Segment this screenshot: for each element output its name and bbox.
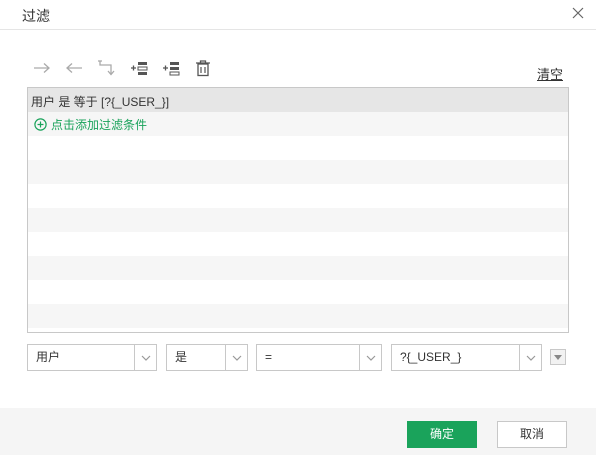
condition-editor: 用户 是 = ?{_USER_}: [0, 344, 596, 371]
wrap-icon[interactable]: [96, 58, 116, 78]
add-condition-link[interactable]: 点击添加过滤条件: [34, 116, 147, 133]
list-row: [28, 256, 568, 280]
relation-select[interactable]: 是: [166, 344, 248, 371]
chevron-down-icon[interactable]: [519, 345, 541, 370]
caret-down-icon: [554, 354, 562, 360]
filter-condition-row[interactable]: 用户 是 等于 [?{_USER_}]: [28, 88, 568, 112]
field-select[interactable]: 用户: [27, 344, 157, 371]
list-row: [28, 184, 568, 208]
chevron-down-icon[interactable]: [359, 345, 381, 370]
operator-select-value: =: [265, 350, 273, 364]
add-circle-icon: [34, 118, 47, 131]
filter-condition-text: 用户 是 等于 [?{_USER_}]: [31, 95, 170, 109]
ok-button[interactable]: 确定: [407, 421, 477, 448]
list-row: [28, 160, 568, 184]
value-type-dropdown[interactable]: [550, 349, 566, 365]
list-row: [28, 136, 568, 160]
value-select[interactable]: ?{_USER_}: [391, 344, 542, 371]
operator-select[interactable]: =: [256, 344, 382, 371]
insert-below-icon[interactable]: [161, 58, 181, 78]
delete-icon[interactable]: [193, 58, 213, 78]
field-select-value: 用户: [36, 350, 61, 364]
list-row: [28, 232, 568, 256]
insert-above-icon[interactable]: [129, 58, 149, 78]
list-row: [28, 304, 568, 328]
dialog-header: 过滤: [0, 0, 596, 30]
dialog-title: 过滤: [22, 8, 50, 24]
list-row: [28, 280, 568, 304]
relation-select-value: 是: [175, 350, 188, 364]
filter-condition-list: 用户 是 等于 [?{_USER_}] 点击添加过滤条件: [27, 87, 569, 333]
chevron-down-icon[interactable]: [225, 345, 247, 370]
list-row: [28, 328, 568, 332]
clear-link[interactable]: 清空: [537, 64, 563, 83]
dialog-footer: 确定 取消: [0, 408, 596, 455]
close-icon[interactable]: [571, 6, 585, 20]
cancel-button[interactable]: 取消: [497, 421, 567, 448]
indent-right-icon[interactable]: [32, 58, 52, 78]
value-select-value: ?{_USER_}: [400, 350, 462, 364]
chevron-down-icon[interactable]: [134, 345, 156, 370]
add-condition-label: 点击添加过滤条件: [51, 118, 148, 132]
add-condition-row: 点击添加过滤条件: [28, 112, 568, 136]
indent-left-icon[interactable]: [64, 58, 84, 78]
list-row: [28, 208, 568, 232]
